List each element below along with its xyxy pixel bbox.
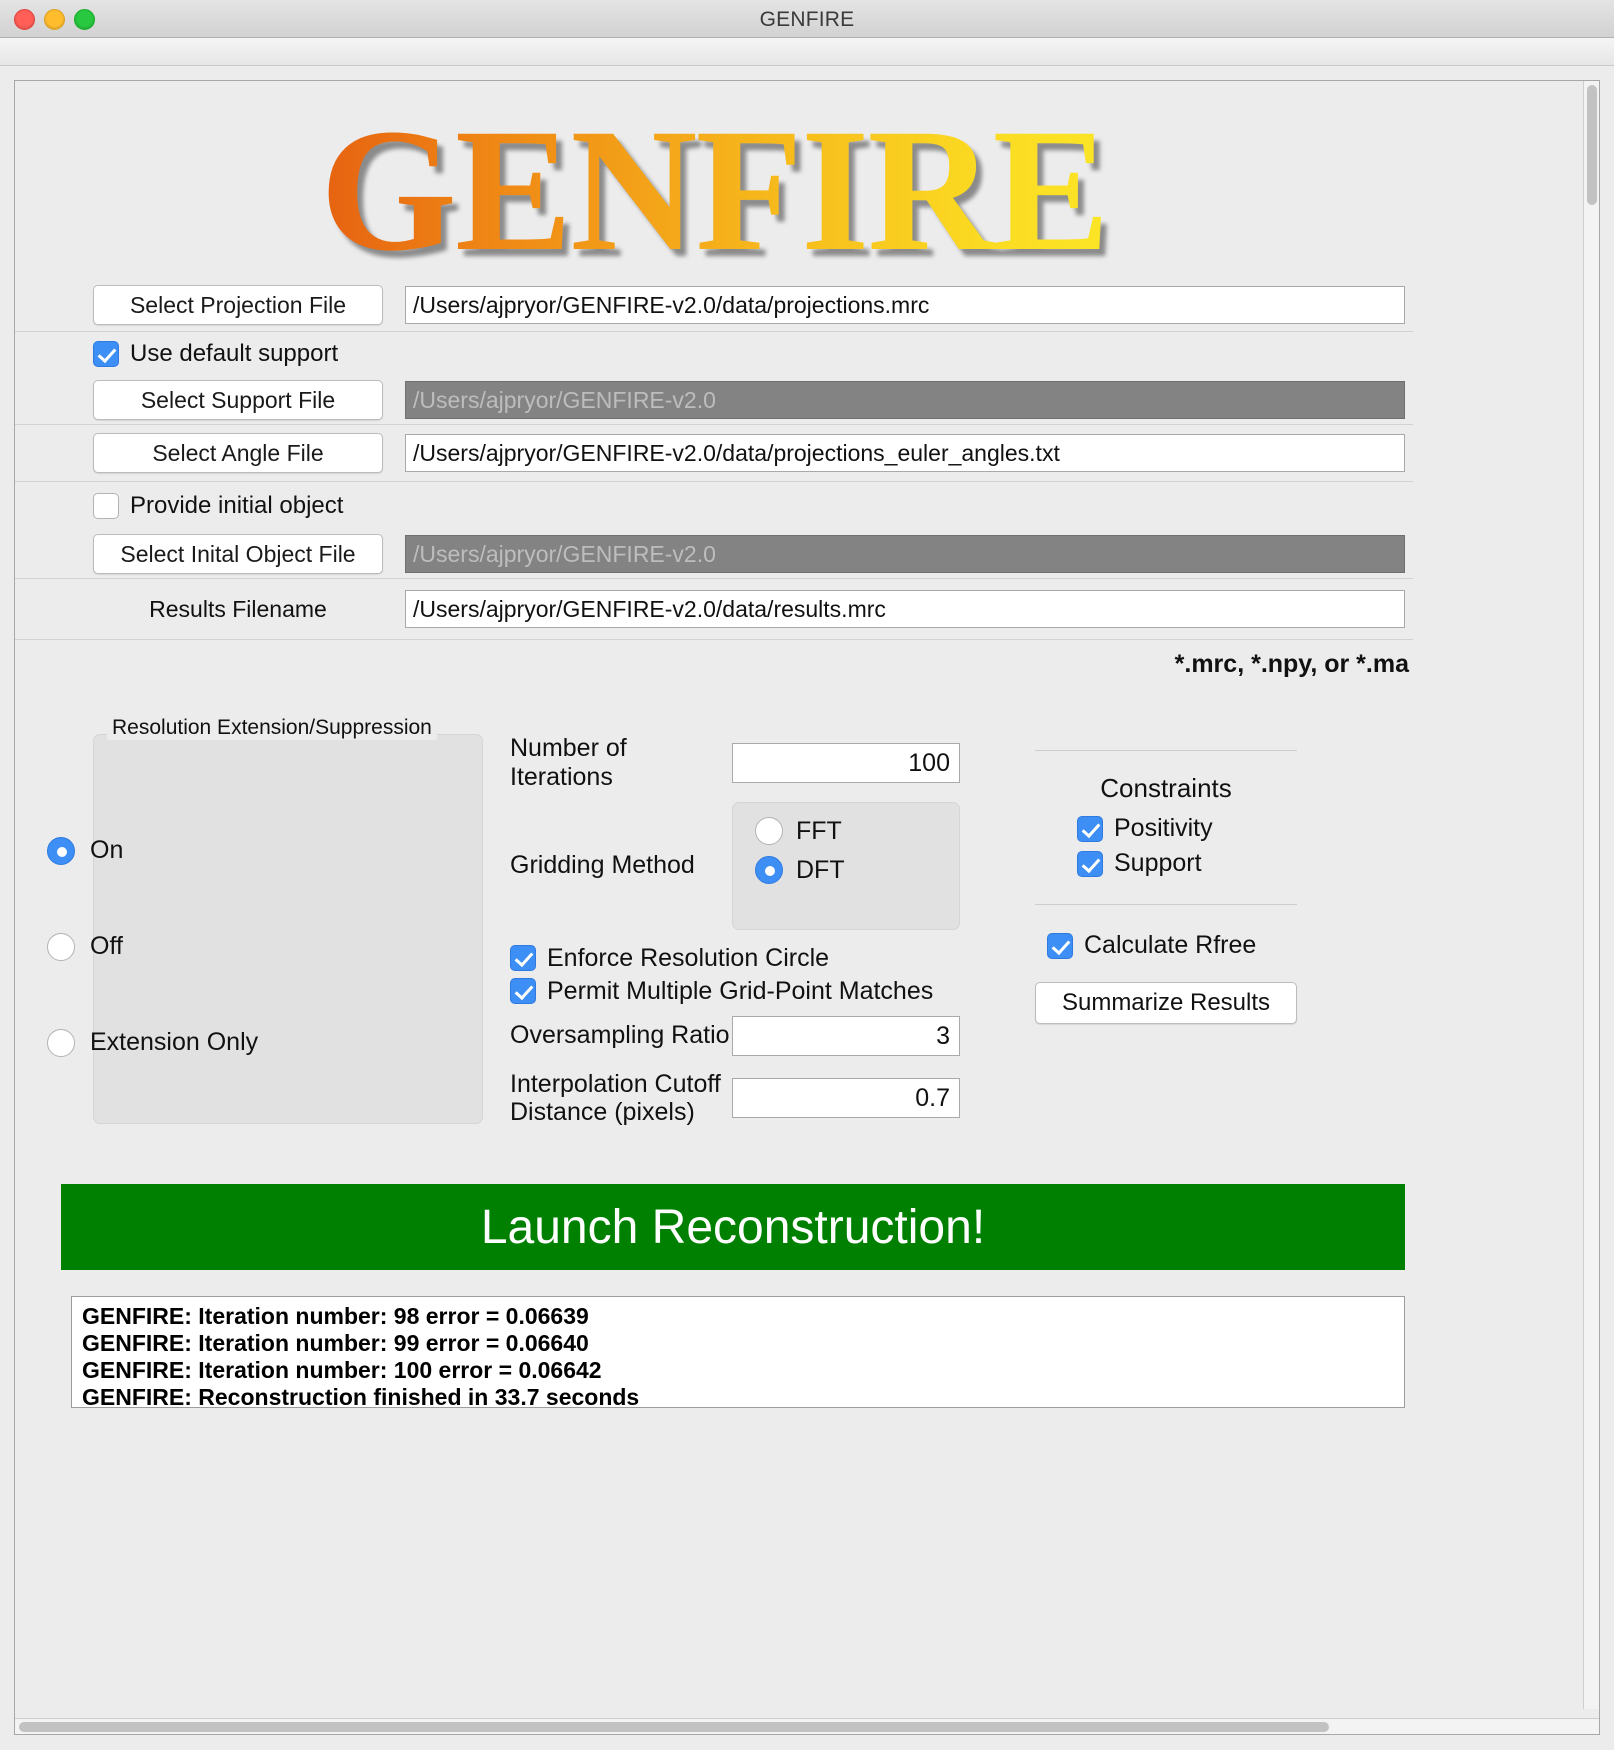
permit-multiple-matches-label: Permit Multiple Grid-Point Matches [547, 976, 934, 1005]
gridding-method-row: Gridding Method FFT DFT [510, 801, 980, 930]
resolution-option-extension-only[interactable]: Extension Only [47, 1028, 258, 1057]
gridding-method-label: Gridding Method [510, 851, 695, 880]
oversampling-ratio-label: Oversampling Ratio [510, 1021, 730, 1050]
parameters-column: Number of Iterations 100 Gridding Method… [510, 710, 980, 1133]
radio-on[interactable] [47, 836, 75, 865]
select-initial-object-file-button[interactable]: Select Inital Object File [93, 534, 383, 574]
title-bar: GENFIRE [0, 0, 1614, 38]
radio-off-label: Off [90, 932, 123, 960]
toolbar-strip [0, 38, 1614, 66]
resolution-option-on[interactable]: On [47, 836, 123, 865]
constraint-support-checkbox[interactable] [1077, 850, 1103, 877]
provide-initial-object-checkbox[interactable] [93, 493, 119, 519]
console-line: GENFIRE: Reconstruction finished in 33.7… [82, 1383, 640, 1408]
iterations-label: Number of Iterations [510, 734, 627, 791]
resolution-extension-group [93, 734, 483, 1124]
horizontal-scrollbar[interactable] [15, 1718, 1599, 1734]
interpolation-cutoff-label-line1: Interpolation Cutoff [510, 1069, 721, 1098]
use-default-support-checkbox[interactable] [93, 341, 119, 367]
gridding-method-group: FFT DFT [732, 801, 960, 930]
initial-object-file-row: Select Inital Object File /Users/ajpryor… [15, 530, 1413, 578]
permit-multiple-matches-checkbox[interactable] [510, 978, 536, 1004]
radio-on-label: On [90, 836, 124, 864]
window-title: GENFIRE [759, 8, 855, 31]
gridding-option-dft[interactable]: DFT [755, 856, 959, 885]
interpolation-cutoff-label-line2: Distance (pixels) [510, 1098, 695, 1127]
constraint-positivity-label: Positivity [1114, 814, 1213, 842]
launch-reconstruction-button[interactable]: Launch Reconstruction! [61, 1184, 1405, 1270]
permit-multiple-matches-row[interactable]: Permit Multiple Grid-Point Matches [510, 977, 980, 1006]
summarize-results-button[interactable]: Summarize Results [1035, 982, 1297, 1024]
resolution-option-off[interactable]: Off [47, 932, 123, 961]
select-support-file-button[interactable]: Select Support File [93, 380, 383, 420]
radio-dft-label: DFT [796, 855, 845, 884]
results-filename-row: Results Filename /Users/ajpryor/GENFIRE-… [15, 579, 1413, 639]
support-file-input: /Users/ajpryor/GENFIRE-v2.0 [405, 381, 1405, 419]
calculate-rfree-label: Calculate Rfree [1084, 931, 1257, 959]
constraint-positivity-row[interactable]: Positivity [1077, 814, 1297, 843]
constraint-positivity-checkbox[interactable] [1077, 815, 1103, 842]
provide-initial-object-row[interactable]: Provide initial object [15, 482, 1413, 530]
enforce-resolution-circle-checkbox[interactable] [510, 945, 536, 971]
oversampling-ratio-row: Oversampling Ratio 3 [510, 1015, 980, 1056]
provide-initial-object-label: Provide initial object [130, 492, 344, 519]
select-projection-file-button[interactable]: Select Projection File [93, 285, 383, 325]
calculate-rfree-checkbox[interactable] [1047, 932, 1073, 959]
enforce-resolution-circle-label: Enforce Resolution Circle [547, 943, 830, 972]
radio-fft-label: FFT [796, 816, 842, 845]
oversampling-ratio-input[interactable]: 3 [732, 1015, 960, 1056]
console-line: GENFIRE: Iteration number: 98 error = 0.… [82, 1303, 589, 1329]
genfire-window: GENFIRE GENFIRE Select Projection File /… [0, 0, 1614, 1750]
angle-file-input[interactable]: /Users/ajpryor/GENFIRE-v2.0/data/project… [405, 434, 1405, 472]
file-format-hint: *.mrc, *.npy, or *.ma [1174, 649, 1409, 678]
console-line: GENFIRE: Iteration number: 99 error = 0.… [82, 1329, 589, 1356]
main-content: GENFIRE Select Projection File /Users/aj… [15, 81, 1413, 1651]
constraint-support-label: Support [1114, 849, 1202, 877]
constraints-title: Constraints [1100, 773, 1232, 803]
console-output[interactable]: GENFIRE: Iteration number: 98 error = 0.… [71, 1296, 1405, 1408]
interpolation-cutoff-row: Interpolation Cutoff Distance (pixels) 0… [510, 1070, 980, 1128]
support-file-row: Select Support File /Users/ajpryor/GENFI… [15, 376, 1413, 424]
iterations-input[interactable]: 100 [732, 742, 960, 783]
radio-dft[interactable] [755, 856, 783, 884]
constraint-support-row[interactable]: Support [1077, 849, 1297, 878]
main-scroll-area[interactable]: GENFIRE Select Projection File /Users/aj… [14, 80, 1600, 1735]
results-filename-label: Results Filename [149, 595, 327, 622]
angle-file-row: Select Angle File /Users/ajpryor/GENFIRE… [15, 425, 1413, 481]
vertical-scrollbar-thumb[interactable] [1587, 85, 1597, 205]
radio-off[interactable] [47, 932, 75, 961]
divider [1035, 904, 1297, 905]
interpolation-cutoff-label: Interpolation Cutoff Distance (pixels) [510, 1070, 732, 1128]
settings-area: Resolution Extension/Suppression On Off … [15, 710, 1413, 1150]
radio-fft[interactable] [755, 817, 783, 845]
gridding-option-fft[interactable]: FFT [755, 817, 959, 846]
use-default-support-row[interactable]: Use default support [15, 332, 1413, 376]
resolution-extension-group-title: Resolution Extension/Suppression [107, 716, 437, 740]
calculate-rfree-row[interactable]: Calculate Rfree [1047, 931, 1297, 960]
results-filename-input[interactable]: /Users/ajpryor/GENFIRE-v2.0/data/results… [405, 590, 1405, 628]
use-default-support-label: Use default support [130, 340, 339, 367]
horizontal-scrollbar-thumb[interactable] [19, 1722, 1329, 1732]
console-line: GENFIRE: Iteration number: 100 error = 0… [82, 1356, 602, 1383]
constraints-column: Constraints Positivity Support Calculate… [1035, 750, 1297, 1024]
enforce-resolution-circle-row[interactable]: Enforce Resolution Circle [510, 944, 980, 973]
projection-file-input[interactable]: /Users/ajpryor/GENFIRE-v2.0/data/project… [405, 286, 1405, 324]
initial-object-file-input: /Users/ajpryor/GENFIRE-v2.0 [405, 535, 1405, 573]
select-angle-file-button[interactable]: Select Angle File [93, 433, 383, 473]
radio-extension-only[interactable] [47, 1028, 75, 1057]
genfire-logo: GENFIRE [15, 103, 1413, 279]
vertical-scrollbar[interactable] [1583, 81, 1599, 1709]
radio-extension-only-label: Extension Only [90, 1028, 259, 1056]
divider [1035, 750, 1297, 751]
interpolation-cutoff-input[interactable]: 0.7 [732, 1078, 960, 1119]
iterations-row: Number of Iterations 100 [510, 734, 980, 792]
